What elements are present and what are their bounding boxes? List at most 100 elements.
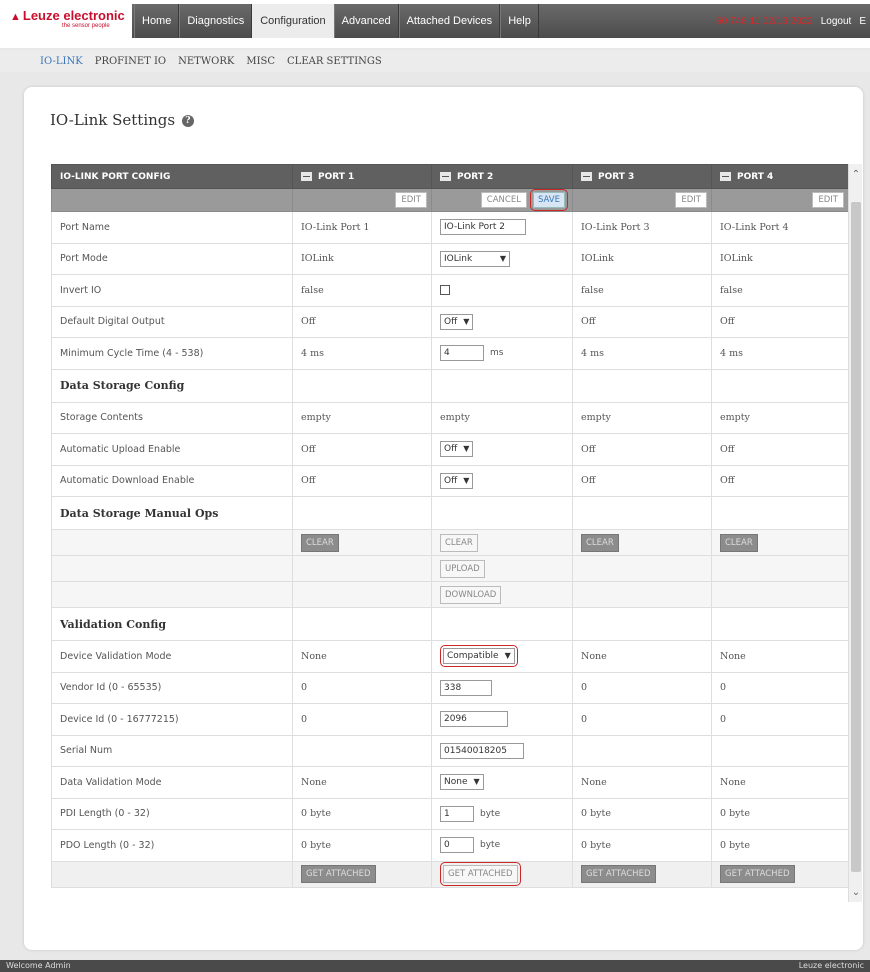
port-2-cycle-time-input[interactable]: 4 — [440, 345, 484, 362]
port-2-pdi-length-input[interactable]: 1 — [440, 805, 474, 822]
table-row-clear: CLEAR CLEAR CLEAR CLEAR — [51, 529, 848, 556]
port-2-upload-button[interactable]: UPLOAD — [440, 559, 485, 578]
io-link-table-wrap: IO-LINK PORT CONFIG PORT 1 PORT 2 PORT 3… — [51, 164, 848, 925]
nav-tab-help[interactable]: Help — [500, 4, 539, 38]
language-link[interactable]: E — [859, 16, 866, 27]
port-2-serial-input[interactable]: 01540018205 — [440, 742, 524, 759]
port-2-device-validation-select[interactable]: Compatible ▼ — [443, 648, 515, 665]
port-2-name-input[interactable]: IO-Link Port 2 — [440, 219, 526, 236]
nav-tab-diagnostics[interactable]: Diagnostics — [179, 4, 253, 38]
table-row-upload: UPLOAD — [51, 555, 848, 582]
footer-bar: Welcome Admin Leuze electronic — [0, 960, 870, 972]
port-3-edit-button[interactable]: EDIT — [675, 192, 707, 208]
port-2-save-button[interactable]: SAVE — [532, 192, 565, 208]
port-2-vendor-id-input[interactable]: 338 — [440, 679, 492, 696]
collapse-minus-icon[interactable] — [581, 171, 592, 181]
col-header-port-4[interactable]: PORT 4 — [711, 164, 848, 189]
table-row-pdi-length: PDI Length (0 - 32) 0 byte 1 byte 0 byte … — [51, 797, 848, 830]
port-2-cancel-button[interactable]: CANCEL — [480, 192, 527, 208]
port-3-clear-button[interactable]: CLEAR — [581, 533, 619, 552]
table-header-row: IO-LINK PORT CONFIG PORT 1 PORT 2 PORT 3… — [51, 164, 848, 189]
brand-logo[interactable]: ▲ Leuze electronic the sensor people — [0, 4, 132, 38]
subnav-network[interactable]: NETWORK — [178, 56, 234, 67]
port-4-clear-button[interactable]: CLEAR — [720, 533, 758, 552]
table-row-storage-contents: Storage Contents empty empty empty empty — [51, 401, 848, 434]
port-4-get-attached-button[interactable]: GET ATTACHED — [720, 865, 795, 883]
nav-tab-advanced[interactable]: Advanced — [333, 4, 399, 38]
triangle-logo-icon: ▲ — [10, 11, 21, 23]
chevron-down-icon: ▼ — [463, 316, 470, 326]
table-row-pdo-length: PDO Length (0 - 32) 0 byte 0 byte 0 byte … — [51, 829, 848, 862]
port-2-data-validation-select[interactable]: None ▼ — [440, 774, 484, 791]
col-header-port-3[interactable]: PORT 3 — [572, 164, 712, 189]
chevron-down-icon: ▼ — [463, 475, 470, 485]
port-2-auto-upload-select[interactable]: Off ▼ — [440, 441, 474, 458]
sub-nav: IO-LINK PROFINET IO NETWORK MISC CLEAR S… — [0, 50, 870, 72]
table-row-default-digital-output: Default Digital Output Off Off ▼ Off Off — [51, 305, 848, 338]
chevron-down-icon: ▼ — [499, 253, 506, 263]
scroll-thumb[interactable] — [851, 202, 861, 872]
subnav-misc[interactable]: MISC — [246, 56, 275, 67]
subnav-io-link[interactable]: IO-LINK — [40, 56, 83, 67]
help-icon[interactable]: ? — [181, 115, 194, 127]
page-title-text: IO-Link Settings — [50, 111, 176, 129]
table-row-serial-num: Serial Num 01540018205 — [51, 734, 848, 767]
scroll-up-icon[interactable]: ⌃ — [849, 168, 863, 182]
port-2-get-attached-button[interactable]: GET ATTACHED — [443, 865, 518, 883]
section-data-storage-config: Data Storage Config — [51, 368, 848, 403]
nav-tab-attached-devices[interactable]: Attached Devices — [398, 4, 501, 38]
subnav-clear-settings[interactable]: CLEAR SETTINGS — [287, 56, 382, 67]
logout-link[interactable]: Logout — [821, 16, 852, 27]
table-row-device-id: Device Id (0 - 16777215) 0 2096 0 0 — [51, 703, 848, 736]
collapse-minus-icon[interactable] — [301, 171, 312, 181]
nav-tab-home[interactable]: Home — [134, 4, 180, 38]
section-validation-config: Validation Config — [51, 607, 848, 641]
collapse-minus-icon[interactable] — [720, 171, 731, 181]
table-row-port-name: Port Name IO-Link Port 1 IO-Link Port 2 … — [51, 211, 848, 244]
port-1-edit-button[interactable]: EDIT — [395, 192, 427, 208]
chevron-down-icon: ▼ — [504, 651, 511, 661]
port-4-label: PORT 4 — [737, 171, 774, 182]
main-nav: Home Diagnostics Configuration Advanced … — [134, 4, 539, 38]
table-row-vendor-id: Vendor Id (0 - 65535) 0 338 0 0 — [51, 671, 848, 704]
port-2-mode-select[interactable]: IOLink ▼ — [440, 250, 510, 267]
port-3-label: PORT 3 — [598, 171, 635, 182]
col-header-port-2[interactable]: PORT 2 — [431, 164, 573, 189]
port-4-edit-button[interactable]: EDIT — [812, 192, 844, 208]
table-row-get-attached: GET ATTACHED GET ATTACHED GET ATTACHED G… — [51, 860, 848, 888]
table-row-port-mode: Port Mode IOLink IOLink ▼ IOLink IOLink — [51, 242, 848, 275]
brand-name: Leuze electronic — [22, 8, 125, 23]
subnav-profinet-io[interactable]: PROFINET IO — [95, 56, 166, 67]
section-data-storage-manual-ops: Data Storage Manual Ops — [51, 496, 848, 530]
port-2-digital-output-select[interactable]: Off ▼ — [440, 313, 474, 330]
brand-tagline: the sensor people — [62, 23, 110, 29]
nav-tab-configuration[interactable]: Configuration — [252, 4, 334, 38]
scroll-down-icon[interactable]: ⌄ — [849, 886, 863, 900]
get-attached-highlight: GET ATTACHED — [440, 862, 521, 886]
collapse-minus-icon[interactable] — [440, 171, 451, 181]
port-2-pdo-length-input[interactable]: 0 — [440, 837, 474, 854]
port-2-label: PORT 2 — [457, 171, 494, 182]
table-row-invert-io: Invert IO false false false — [51, 274, 848, 307]
port-2-download-button[interactable]: DOWNLOAD — [440, 585, 502, 604]
chevron-down-icon: ▼ — [473, 777, 480, 787]
port-2-device-id-input[interactable]: 2096 — [440, 711, 508, 728]
save-highlight: SAVE — [529, 189, 568, 211]
table-row-device-validation-mode: Device Validation Mode None Compatible ▼ … — [51, 640, 848, 673]
table-row-auto-upload: Automatic Upload Enable Off Off ▼ Off Off — [51, 433, 848, 466]
top-right-area: 60 748 11 02/13 2022 Logout E — [716, 4, 870, 38]
port-3-get-attached-button[interactable]: GET ATTACHED — [581, 865, 656, 883]
port-2-auto-download-select[interactable]: Off ▼ — [440, 472, 474, 489]
port-1-get-attached-button[interactable]: GET ATTACHED — [301, 865, 376, 883]
chevron-down-icon: ▼ — [463, 444, 470, 454]
app-header: ▲ Leuze electronic the sensor people Home… — [0, 0, 870, 48]
page-title: IO-Link Settings ? — [50, 111, 194, 129]
col-header-port-1[interactable]: PORT 1 — [292, 164, 432, 189]
table-row-min-cycle-time: Minimum Cycle Time (4 - 538) 4 ms 4 ms 4 … — [51, 337, 848, 370]
port-1-clear-button[interactable]: CLEAR — [301, 533, 339, 552]
port-2-invert-checkbox[interactable] — [440, 285, 450, 296]
edit-buttons-row: EDIT CANCEL SAVE EDIT EDIT — [51, 188, 848, 212]
table-scrollbar[interactable]: ⌃ ⌄ — [848, 164, 862, 902]
port-2-clear-button[interactable]: CLEAR — [440, 533, 478, 552]
col-header-config: IO-LINK PORT CONFIG — [51, 164, 293, 189]
